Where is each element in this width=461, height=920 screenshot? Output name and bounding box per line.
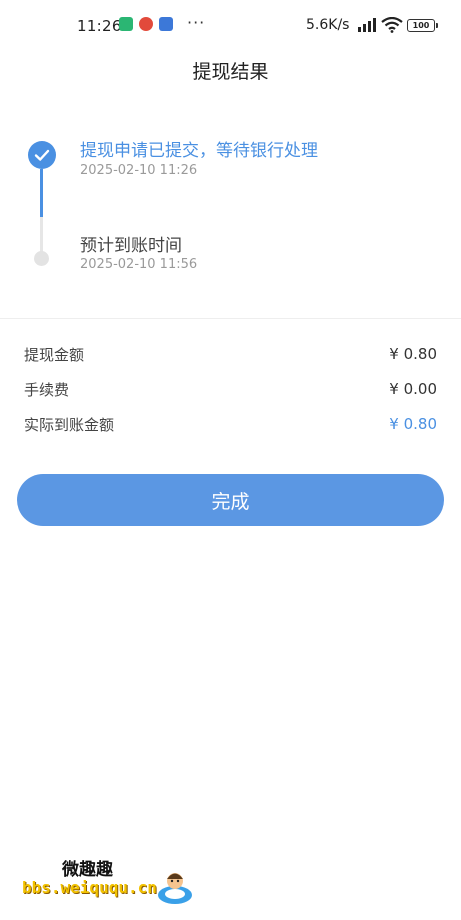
- status-app-icons: [119, 17, 173, 31]
- actual-received-label: 实际到账金额: [24, 415, 115, 434]
- network-speed: 5.6K/s: [306, 17, 350, 33]
- step-title-expected-arrival: 预计到账时间: [80, 236, 182, 256]
- withdraw-amount-value: ¥ 0.80: [389, 345, 437, 363]
- done-button[interactable]: 完成: [17, 474, 444, 526]
- status-time: 11:26: [77, 17, 122, 35]
- step-title-submitted: 提现申请已提交，等待银行处理: [80, 141, 318, 161]
- fee-value: ¥ 0.00: [389, 380, 437, 398]
- battery-icon: 100: [407, 19, 438, 32]
- pending-step-dot: [34, 251, 49, 266]
- battery-level: 100: [412, 21, 430, 30]
- watermark-url: bbs.weiququ.cn: [22, 878, 157, 897]
- actual-received-value: ¥ 0.80: [389, 415, 437, 433]
- withdraw-amount-row: 提现金额 ¥ 0.80: [24, 342, 437, 366]
- withdraw-timeline: 提现申请已提交，等待银行处理 2025-02-10 11:26 预计到账时间 2…: [0, 130, 461, 290]
- fee-row: 手续费 ¥ 0.00: [24, 377, 437, 401]
- app-notification-icon: [139, 17, 153, 31]
- fee-label: 手续费: [24, 380, 70, 399]
- step-time-expected-arrival: 2025-02-10 11:56: [80, 257, 198, 272]
- actual-received-row: 实际到账金额 ¥ 0.80: [24, 412, 437, 436]
- mascot-icon: [158, 873, 192, 904]
- page-title: 提现结果: [192, 61, 269, 83]
- status-bar: 11:26 ··· 5.6K/s 100: [0, 0, 461, 52]
- step-time-submitted: 2025-02-10 11:26: [80, 163, 198, 178]
- app-notification-icon: [119, 17, 133, 31]
- section-divider: [0, 318, 461, 319]
- signal-icon: [358, 18, 376, 32]
- timeline-progress-line: [40, 169, 43, 217]
- more-notifications-icon: ···: [187, 13, 206, 32]
- timeline-pending-line: [40, 217, 43, 255]
- app-notification-icon: [159, 17, 173, 31]
- watermark-brand: 微趣趣: [62, 860, 113, 880]
- check-icon: [28, 141, 56, 169]
- withdraw-amount-label: 提现金额: [24, 345, 85, 364]
- wifi-icon: [381, 17, 403, 33]
